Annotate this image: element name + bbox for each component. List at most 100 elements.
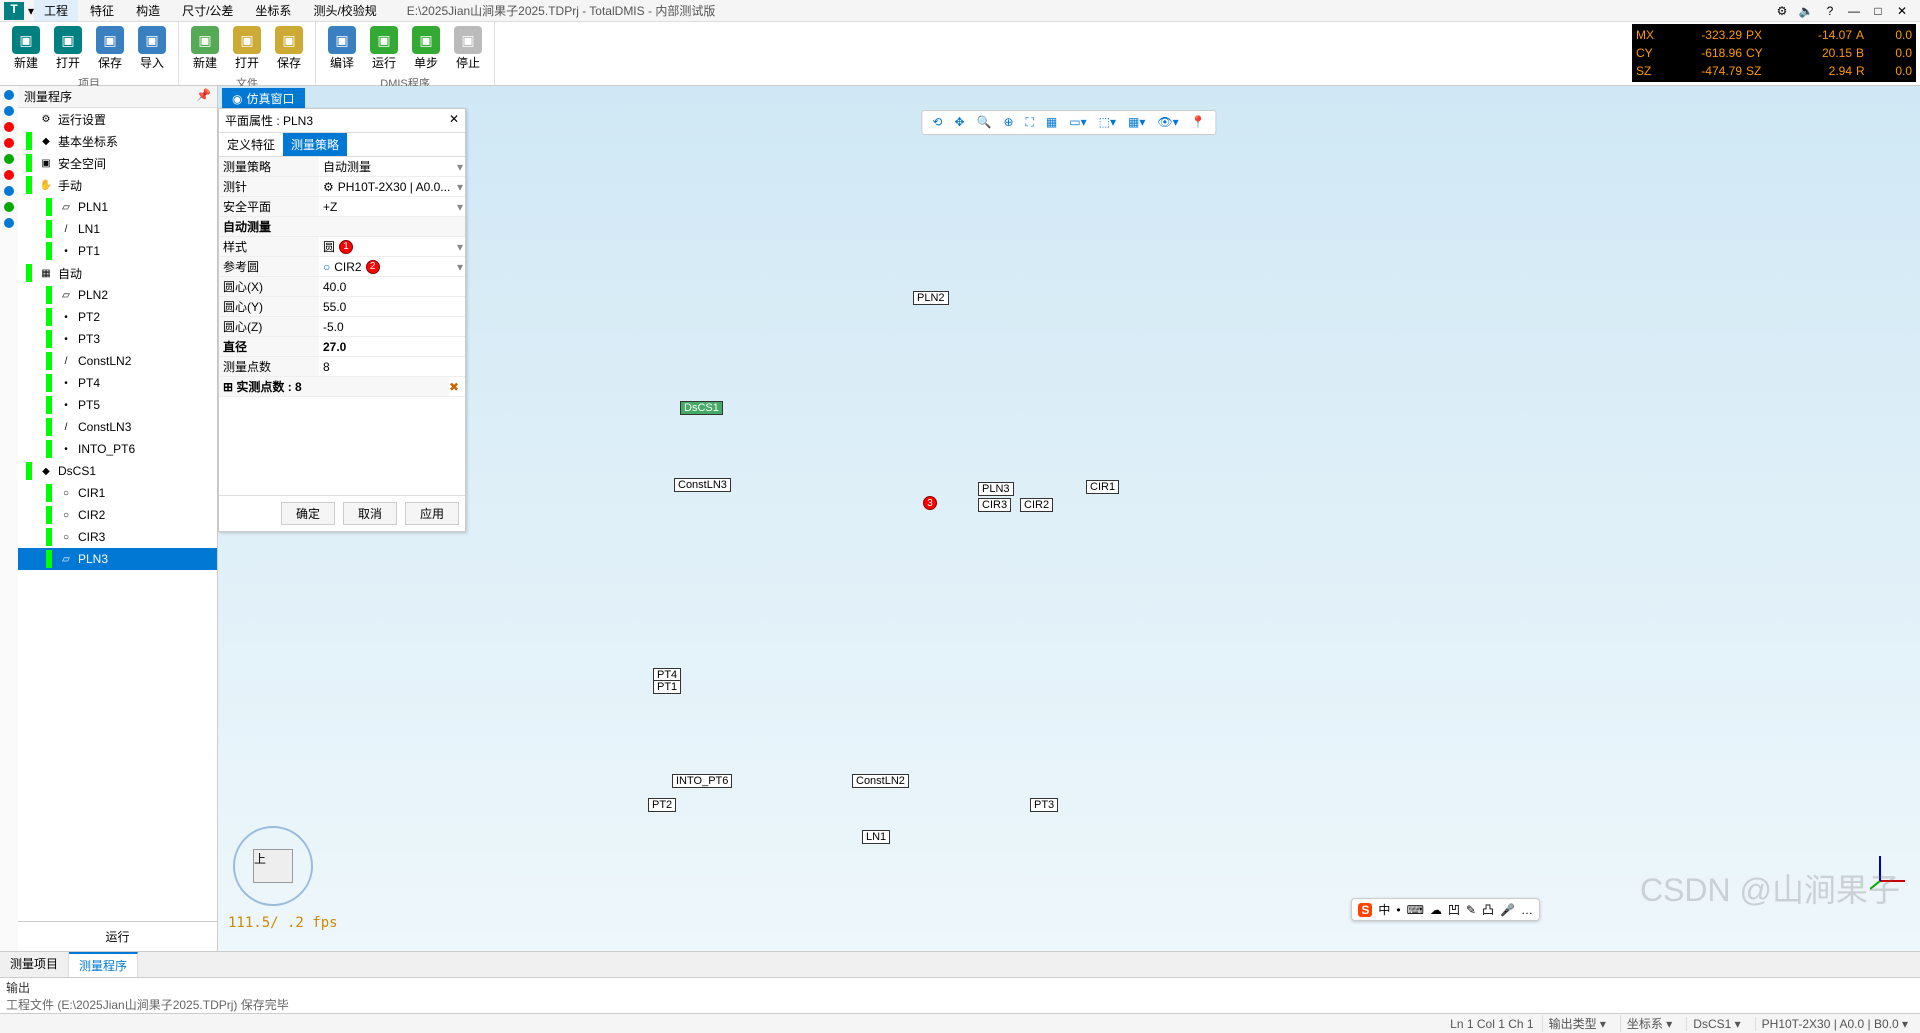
save-file-button[interactable]: ▣保存 [269,24,309,73]
feature-label-PLN3[interactable]: PLN3 [978,482,1014,496]
cancel-button[interactable]: 取消 [343,502,397,525]
ime-item-7[interactable]: 🎤 [1500,903,1515,917]
prop-value[interactable]: ○CIR22▾ [319,259,465,275]
tree-item-CIR1[interactable]: ○CIR1 [18,482,217,504]
strip-dot[interactable] [4,90,14,100]
close-button[interactable]: ✕ [1894,4,1910,18]
tree-item-PT4[interactable]: •PT4 [18,372,217,394]
feature-label-CIR1[interactable]: CIR1 [1086,480,1119,494]
view-tool-4[interactable]: ⛶ [1022,113,1038,132]
ime-item-6[interactable]: 凸 [1482,901,1494,918]
tree-item-ConstLN3[interactable]: /ConstLN3 [18,416,217,438]
prop-value[interactable]: 圆1▾ [319,237,465,256]
view-tool-5[interactable]: ▦ [1042,113,1061,132]
tree-item-PLN1[interactable]: ▱PLN1 [18,196,217,218]
tree-item-安全空间[interactable]: ▣安全空间 [18,152,217,174]
view-tool-0[interactable]: ⟲ [928,113,946,132]
feature-label-PT2[interactable]: PT2 [648,798,676,812]
view-tool-10[interactable]: 📍 [1187,113,1210,132]
tree-item-PT1[interactable]: •PT1 [18,240,217,262]
tree-item-ConstLN2[interactable]: /ConstLN2 [18,350,217,372]
status-dscs[interactable]: DsCS1 ▾ [1686,1017,1746,1031]
bottom-tab-0[interactable]: 测量项目 [0,952,69,977]
new-project-button[interactable]: ▣新建 [6,24,46,73]
tree-item-手动[interactable]: ✋手动 [18,174,217,196]
open-project-button[interactable]: ▣打开 [48,24,88,73]
feature-label-ConstLN3[interactable]: ConstLN3 [674,478,731,492]
prop-value[interactable]: 8 [319,359,465,375]
view-tool-1[interactable]: ✥ [950,113,968,132]
menu-4[interactable]: 坐标系 [245,0,301,21]
tree-item-LN1[interactable]: /LN1 [18,218,217,240]
view-tool-8[interactable]: ▦▾ [1124,113,1149,132]
feature-label-DsCS1[interactable]: DsCS1 [680,401,723,415]
feature-label-INTO_PT6[interactable]: INTO_PT6 [672,774,732,788]
open-file-button[interactable]: ▣打开 [227,24,267,73]
clear-icon[interactable]: ✖ [449,380,465,394]
tree-item-自动[interactable]: ▦自动 [18,262,217,284]
chevron-down-icon[interactable]: ▾ [457,260,463,274]
prop-value[interactable]: 55.0 [319,299,465,315]
strip-dot[interactable] [4,186,14,196]
status-probe[interactable]: PH10T-2X30 | A0.0 | B0.0 ▾ [1755,1017,1914,1031]
tree-item-PLN3[interactable]: ▱PLN3 [18,548,217,570]
strip-dot[interactable] [4,170,14,180]
tree-item-PLN2[interactable]: ▱PLN2 [18,284,217,306]
settings-icon[interactable]: ⚙ [1774,4,1790,18]
tree-item-PT2[interactable]: •PT2 [18,306,217,328]
feature-label-PLN2[interactable]: PLN2 [913,291,949,305]
nav-cube[interactable]: 上 [228,821,318,911]
step-button[interactable]: ▣单步 [406,24,446,73]
ime-item-1[interactable]: • [1396,903,1400,917]
ime-item-4[interactable]: 凹 [1448,901,1460,918]
strip-dot[interactable] [4,202,14,212]
chevron-down-icon[interactable]: ▾ [457,240,463,254]
3d-viewport[interactable] [218,86,518,236]
viewport-area[interactable]: 仿真窗口 平面属性 : PLN3 ✕ 定义特征 测量策略 测量策略自动测量▾测针… [218,86,1920,951]
prop-value[interactable]: 27.0 [319,339,465,355]
status-output-type[interactable]: 输出类型 ▾ [1542,1015,1612,1032]
pin-icon[interactable]: 📌 [196,88,211,105]
tree-item-CIR3[interactable]: ○CIR3 [18,526,217,548]
feature-label-CIR3[interactable]: CIR3 [978,498,1011,512]
apply-button[interactable]: 应用 [405,502,459,525]
ok-button[interactable]: 确定 [281,502,335,525]
prop-value[interactable]: -5.0 [319,319,465,335]
tree-item-CIR2[interactable]: ○CIR2 [18,504,217,526]
stop-button[interactable]: ▣停止 [448,24,488,73]
view-tool-9[interactable]: 👁▾ [1153,113,1182,132]
tree-item-PT3[interactable]: •PT3 [18,328,217,350]
ime-item-3[interactable]: ☁ [1430,903,1442,917]
feature-label-PT3[interactable]: PT3 [1030,798,1058,812]
feature-label-CIR2[interactable]: CIR2 [1020,498,1053,512]
ime-item-2[interactable]: ⌨ [1407,903,1424,917]
ime-item-0[interactable]: 中 [1378,901,1390,918]
tree-item-DsCS1[interactable]: ◆DsCS1 [18,460,217,482]
strip-dot[interactable] [4,122,14,132]
view-tool-3[interactable]: ⊕ [999,113,1017,132]
view-tool-6[interactable]: ▭▾ [1065,113,1090,132]
compile-button[interactable]: ▣编译 [322,24,362,73]
tree-item-基本坐标系[interactable]: ◆基本坐标系 [18,130,217,152]
bottom-tab-1[interactable]: 测量程序 [69,952,138,977]
strip-dot[interactable] [4,138,14,148]
menu-5[interactable]: 测头/校验规 [303,0,386,21]
prop-value[interactable]: 40.0 [319,279,465,295]
view-tool-2[interactable]: 🔍 [973,113,996,132]
ime-item-8[interactable]: … [1521,903,1533,917]
strip-dot[interactable] [4,106,14,116]
tree-item-INTO_PT6[interactable]: •INTO_PT6 [18,438,217,460]
maximize-button[interactable]: □ [1870,4,1886,18]
minimize-button[interactable]: — [1846,4,1862,18]
save-project-button[interactable]: ▣保存 [90,24,130,73]
help-icon[interactable]: ? [1822,4,1838,18]
new-file-button[interactable]: ▣新建 [185,24,225,73]
strip-dot[interactable] [4,218,14,228]
tree-item-运行设置[interactable]: ⚙运行设置 [18,108,217,130]
run-button[interactable]: ▣运行 [364,24,404,73]
sound-icon[interactable]: 🔈 [1798,4,1814,18]
feature-label-ConstLN2[interactable]: ConstLN2 [852,774,909,788]
ime-item-5[interactable]: ✎ [1466,903,1476,917]
tree-item-PT5[interactable]: •PT5 [18,394,217,416]
menu-0[interactable]: 工程 [34,0,78,21]
